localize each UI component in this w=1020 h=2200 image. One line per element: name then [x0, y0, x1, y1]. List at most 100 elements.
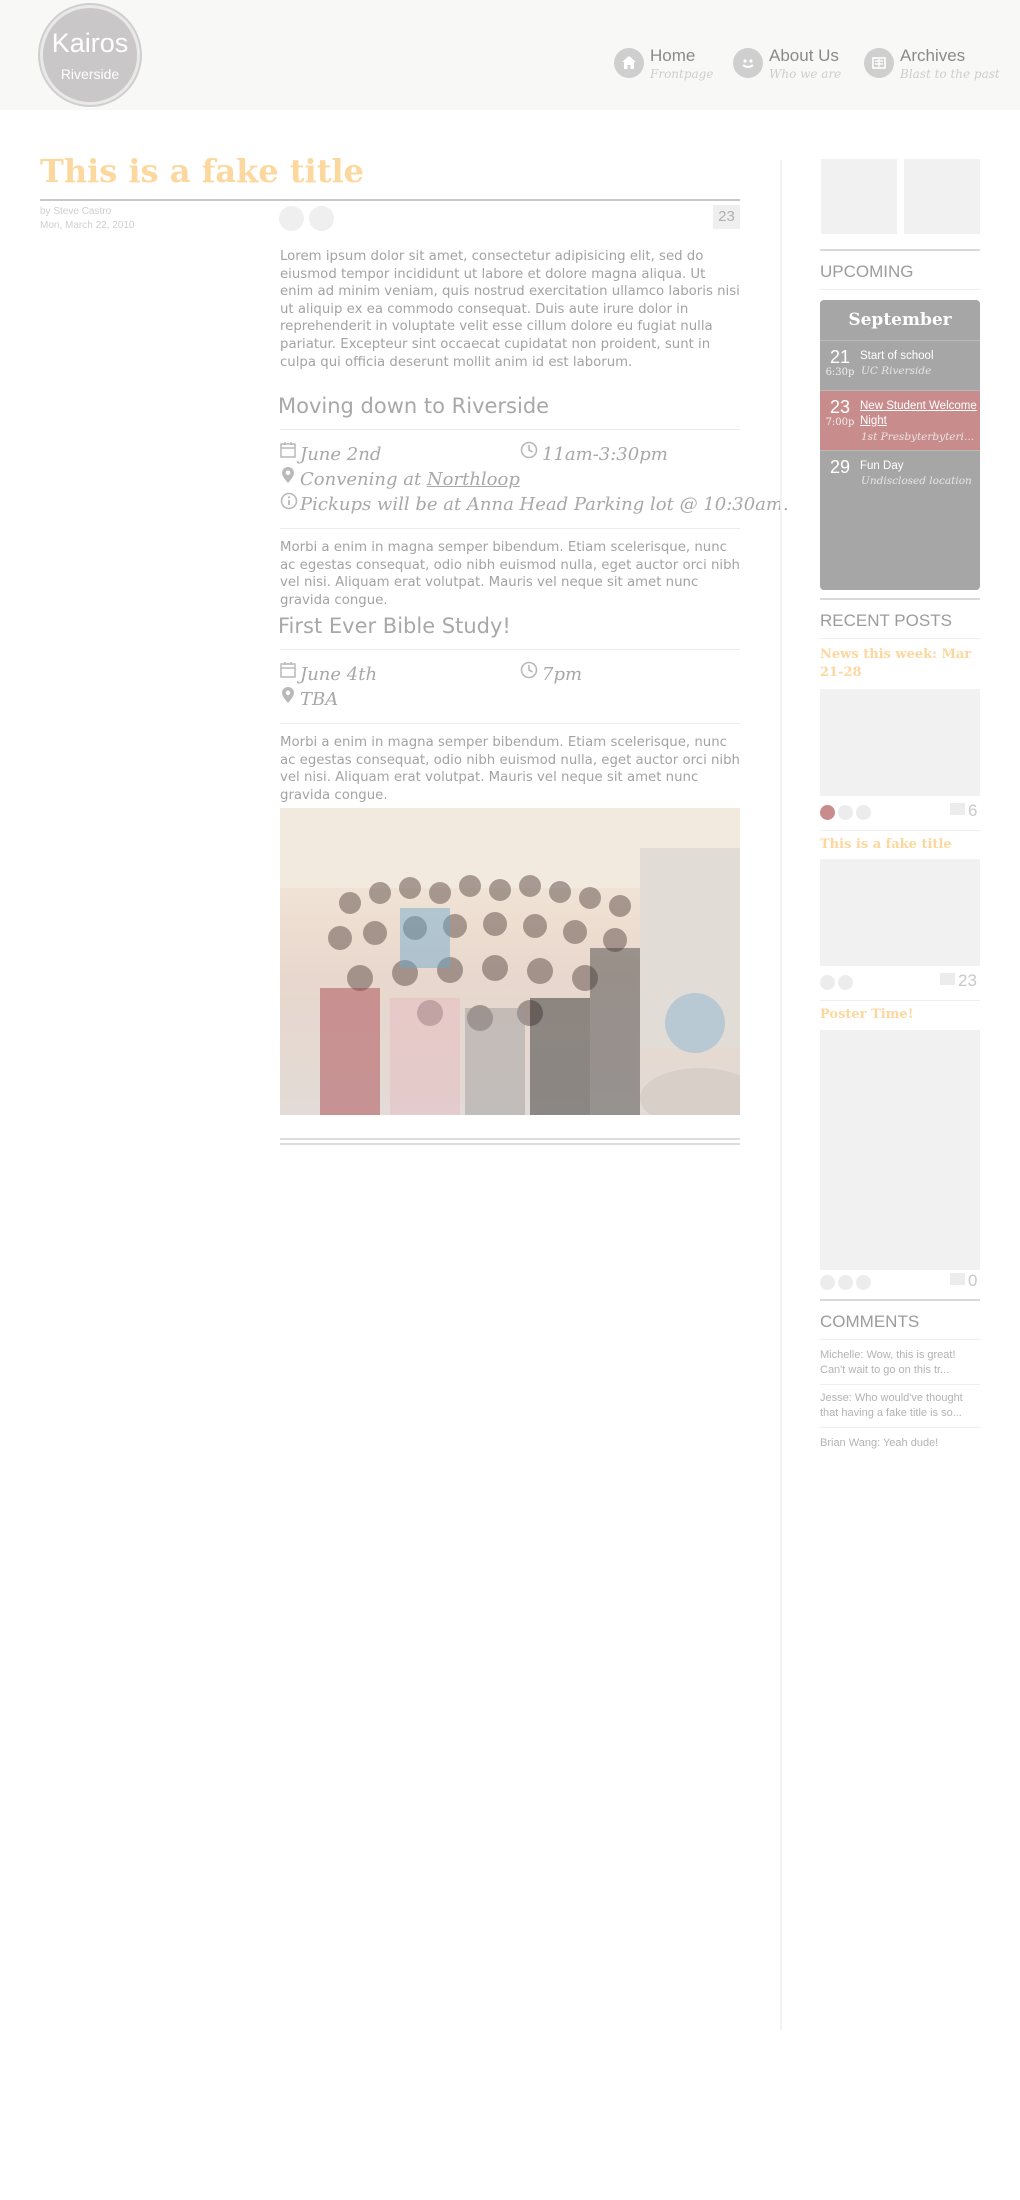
- share-button[interactable]: [838, 1275, 853, 1290]
- comment-bubble-icon: [940, 973, 955, 985]
- calendar-icon: [280, 661, 296, 682]
- event-time: 11am-3:30pm: [542, 444, 668, 465]
- recent-post-title[interactable]: News this week: Mar 21-28: [820, 646, 980, 682]
- event-day: 29: [829, 457, 851, 477]
- group-photo-illustration: [280, 808, 740, 1115]
- section-heading: First Ever Bible Study!: [278, 614, 511, 638]
- comments-heading: COMMENTS: [820, 1312, 920, 1331]
- calendar-icon: [280, 441, 296, 462]
- location-link[interactable]: Northloop: [427, 469, 520, 490]
- comment-count-badge[interactable]: 23: [713, 205, 740, 229]
- share-button[interactable]: [820, 805, 835, 820]
- post-date: Mon, March 22, 2010: [40, 220, 135, 231]
- post-intro: Lorem ipsum dolor sit amet, consectetur …: [280, 249, 740, 370]
- logo-subtitle: Riverside: [60, 66, 120, 82]
- comment-count-value: 23: [958, 971, 977, 990]
- ad-slot[interactable]: [904, 159, 980, 234]
- event-date: June 4th: [300, 664, 378, 685]
- divider: [820, 249, 980, 251]
- group-photo[interactable]: [280, 808, 740, 1115]
- event-date: June 2nd: [300, 444, 382, 465]
- divider: [820, 1427, 980, 1428]
- recent-post-title[interactable]: Poster Time!: [820, 1006, 980, 1024]
- event-location: Undisclosed location: [861, 475, 972, 487]
- divider: [820, 1384, 980, 1385]
- event-location: TBA: [300, 689, 339, 710]
- nav-home-sub: Frontpage: [650, 67, 714, 81]
- event-title[interactable]: New Student Welcome Night: [860, 399, 978, 428]
- divider: [820, 1339, 980, 1340]
- home-icon: [614, 48, 644, 78]
- share-button[interactable]: [309, 206, 334, 231]
- event-location: 1st Presbyterbyterian...: [861, 431, 979, 443]
- logo-name: Kairos: [51, 28, 129, 58]
- recent-posts-heading: RECENT POSTS: [820, 611, 952, 630]
- section-heading: Moving down to Riverside: [278, 394, 550, 418]
- map-pin-icon: [281, 686, 295, 708]
- calendar-month: September: [848, 310, 952, 330]
- recent-post-thumbnail[interactable]: [820, 689, 980, 796]
- share-button[interactable]: [838, 975, 853, 990]
- share-button[interactable]: [820, 975, 835, 990]
- recent-post-thumbnail[interactable]: [820, 1030, 980, 1270]
- column-divider: [780, 160, 782, 2030]
- post-author: by Steve Castro: [40, 206, 112, 217]
- comment-count-value: 6: [968, 801, 978, 820]
- comment-count[interactable]: 23: [940, 971, 977, 991]
- upcoming-heading: UPCOMING: [820, 262, 914, 281]
- nav-about-sub: Who we are: [769, 67, 842, 81]
- divider: [280, 1138, 740, 1140]
- comment-bubble-icon: [950, 803, 965, 815]
- event-time: 6:30p: [825, 367, 855, 378]
- divider: [280, 723, 740, 724]
- divider: [280, 429, 740, 430]
- recent-post-thumbnail[interactable]: [820, 859, 980, 966]
- comment-item[interactable]: Jesse: Who would've thought that having …: [820, 1391, 970, 1421]
- clock-icon: [520, 441, 538, 463]
- nav-about-label: About Us: [769, 46, 839, 65]
- archive-icon: [864, 48, 894, 78]
- event-day: 21: [829, 347, 851, 367]
- event-location-prefix: Convening at: [300, 469, 427, 490]
- comment-count[interactable]: 0: [950, 1271, 977, 1291]
- comment-item[interactable]: Michelle: Wow, this is great! Can't wait…: [820, 1348, 970, 1378]
- comment-bubble-icon: [950, 1273, 965, 1285]
- calendar-event-highlighted[interactable]: 23 7:00p New Student Welcome Night 1st P…: [820, 390, 980, 450]
- event-location: UC Riverside: [861, 365, 932, 377]
- event-title: Fun Day: [860, 460, 904, 472]
- event-title: Start of school: [860, 350, 934, 362]
- nav-archives-sub: Blast to the past: [900, 67, 1000, 81]
- divider: [820, 638, 980, 639]
- divider: [820, 598, 980, 600]
- site-logo[interactable]: Kairos Riverside: [40, 5, 140, 105]
- event-location: Convening at Northloop: [300, 469, 520, 490]
- map-pin-icon: [281, 466, 295, 488]
- nav-archives-label: Archives: [900, 46, 966, 65]
- share-button[interactable]: [279, 206, 304, 231]
- share-button[interactable]: [856, 805, 871, 820]
- event-time: 7pm: [542, 664, 583, 685]
- calendar-event[interactable]: 29 Fun Day Undisclosed location: [820, 450, 980, 495]
- divider: [820, 1000, 980, 1001]
- post-title[interactable]: This is a fake title: [40, 152, 364, 190]
- divider: [820, 830, 980, 831]
- event-day: 23: [829, 397, 851, 417]
- smiley-icon: [733, 48, 763, 78]
- comment-item[interactable]: Brian Wang: Yeah dude!: [820, 1436, 970, 1451]
- section-body: Morbi a enim in magna semper bibendum. E…: [280, 540, 740, 608]
- share-button[interactable]: [820, 1275, 835, 1290]
- ad-slot[interactable]: [821, 159, 897, 234]
- event-time: 7:00p: [825, 417, 855, 428]
- divider: [280, 1143, 740, 1145]
- section-body: Morbi a enim in magna semper bibendum. E…: [280, 735, 740, 803]
- calendar-event[interactable]: 21 6:30p Start of school UC Riverside: [820, 340, 980, 390]
- recent-post-title[interactable]: This is a fake title: [820, 836, 980, 854]
- divider: [280, 649, 740, 650]
- share-button[interactable]: [856, 1275, 871, 1290]
- comment-count[interactable]: 6: [950, 801, 977, 821]
- title-divider: [40, 199, 740, 201]
- site-header: Kairos Riverside Home Frontpage About Us…: [0, 0, 1020, 110]
- share-button[interactable]: [838, 805, 853, 820]
- event-info: Pickups will be at Anna Head Parking lot…: [300, 494, 789, 515]
- divider: [820, 289, 980, 290]
